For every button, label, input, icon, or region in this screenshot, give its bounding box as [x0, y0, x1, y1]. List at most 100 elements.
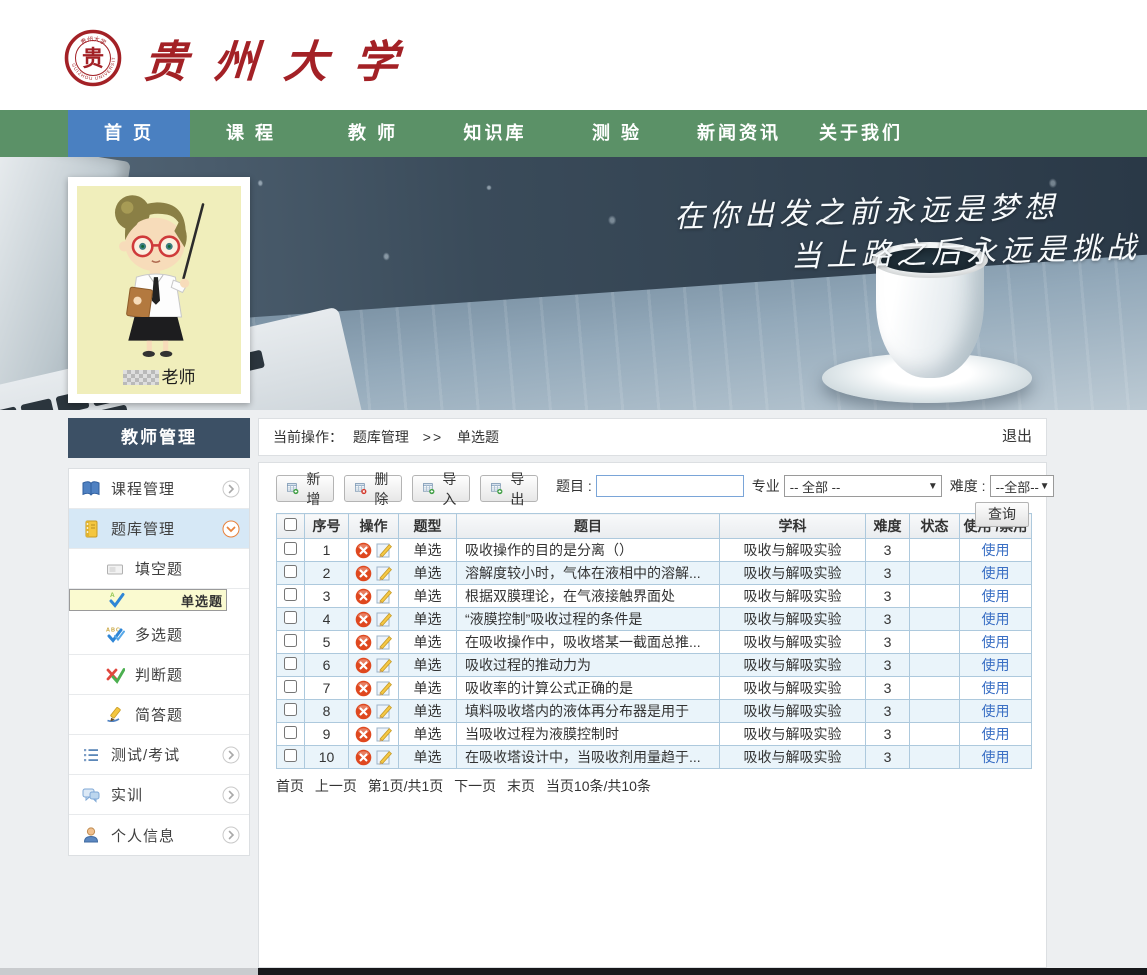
university-seal-icon: 贵 贵州大学 GUIZHOU UNIVERSITY	[64, 29, 122, 87]
use-link[interactable]: 使用	[982, 726, 1010, 742]
delete-row-icon[interactable]	[355, 657, 372, 674]
edit-row-icon[interactable]	[376, 657, 393, 674]
row-status	[910, 608, 960, 631]
question-table: 序号 操作 题型 题目 学科 难度 状态 使用 /禁用 1	[276, 513, 1032, 769]
export-button[interactable]: 导出	[480, 475, 538, 502]
use-link[interactable]: 使用	[982, 657, 1010, 673]
row-difficulty: 3	[866, 677, 910, 700]
nav-item-news[interactable]: 新闻资讯	[678, 110, 800, 157]
edit-row-icon[interactable]	[376, 542, 393, 559]
logout-link[interactable]: 退出	[1002, 419, 1032, 455]
delete-row-icon[interactable]	[355, 611, 372, 628]
sidebar-item-personal-info[interactable]: 个人信息	[69, 815, 249, 855]
use-link[interactable]: 使用	[982, 588, 1010, 604]
delete-row-icon[interactable]	[355, 588, 372, 605]
edit-row-icon[interactable]	[376, 588, 393, 605]
sidebar-item-label: 判断题	[135, 664, 183, 685]
edit-row-icon[interactable]	[376, 726, 393, 743]
sidebar-item-true-false[interactable]: 判断题	[69, 655, 249, 695]
title-search-input[interactable]	[596, 475, 744, 497]
row-checkbox[interactable]	[284, 542, 297, 555]
sidebar-item-fill-blank[interactable]: 填空题	[69, 549, 249, 589]
sidebar-item-label: 多选题	[135, 624, 183, 645]
page-last[interactable]: 末页	[507, 778, 535, 794]
delete-button[interactable]: 删除	[344, 475, 402, 502]
sidebar-item-single-choice[interactable]: A 单选题	[69, 589, 227, 611]
nav-item-tests[interactable]: 测 验	[556, 110, 678, 157]
use-link[interactable]: 使用	[982, 749, 1010, 765]
table-row: 8	[277, 700, 1032, 723]
col-header-difficulty: 难度	[866, 514, 910, 539]
sidebar-item-question-bank[interactable]: 题库管理	[69, 509, 249, 549]
row-checkbox[interactable]	[284, 634, 297, 647]
chevron-right-icon	[222, 786, 240, 804]
add-button[interactable]: 新增	[276, 475, 334, 502]
difficulty-select[interactable]: --全部-- ▼	[990, 475, 1054, 497]
edit-row-icon[interactable]	[376, 611, 393, 628]
breadcrumb-parent[interactable]: 题库管理	[353, 429, 409, 445]
delete-row-icon[interactable]	[355, 726, 372, 743]
sidebar-item-practical-training[interactable]: 实训	[69, 775, 249, 815]
row-type: 单选	[399, 654, 457, 677]
content-panel: 新增 删除 导入	[258, 462, 1047, 968]
use-link[interactable]: 使用	[982, 611, 1010, 627]
edit-row-icon[interactable]	[376, 634, 393, 651]
use-link[interactable]: 使用	[982, 634, 1010, 650]
delete-row-icon[interactable]	[355, 542, 372, 559]
cross-check-icon	[105, 665, 125, 685]
row-checkbox[interactable]	[284, 611, 297, 624]
nav-item-courses[interactable]: 课 程	[190, 110, 312, 157]
delete-row-icon[interactable]	[355, 634, 372, 651]
row-checkbox[interactable]	[284, 726, 297, 739]
table-add-icon	[287, 480, 299, 497]
row-difficulty: 3	[866, 539, 910, 562]
nav-item-about[interactable]: 关于我们	[800, 110, 922, 157]
import-button[interactable]: 导入	[412, 475, 470, 502]
sidebar-item-label: 个人信息	[111, 825, 175, 846]
row-number: 5	[305, 631, 349, 654]
row-title: 在吸收操作中，吸收塔某一截面总推...	[457, 631, 720, 654]
edit-row-icon[interactable]	[376, 703, 393, 720]
delete-row-icon[interactable]	[355, 703, 372, 720]
delete-row-icon[interactable]	[355, 565, 372, 582]
sidebar-item-tests-exams[interactable]: 测试/考试	[69, 735, 249, 775]
use-link[interactable]: 使用	[982, 542, 1010, 558]
delete-row-icon[interactable]	[355, 749, 372, 766]
sidebar-menu: 课程管理 题库管理 填空题 A	[68, 468, 250, 856]
sidebar-item-course-management[interactable]: 课程管理	[69, 469, 249, 509]
row-checkbox[interactable]	[284, 657, 297, 670]
col-header-number: 序号	[305, 514, 349, 539]
nav-item-teachers[interactable]: 教 师	[312, 110, 434, 157]
use-link[interactable]: 使用	[982, 565, 1010, 581]
sidebar-item-multi-choice[interactable]: ABC 多选题	[69, 615, 249, 655]
sidebar-item-short-answer[interactable]: 简答题	[69, 695, 249, 735]
nav-item-home[interactable]: 首 页	[68, 110, 190, 157]
row-checkbox[interactable]	[284, 680, 297, 693]
major-select[interactable]: -- 全部 -- ▼	[784, 475, 942, 497]
university-logo[interactable]: 贵 贵州大学 GUIZHOU UNIVERSITY 贵州大学	[64, 26, 424, 90]
row-subject: 吸收与解吸实验	[720, 608, 866, 631]
select-all-checkbox[interactable]	[284, 518, 297, 531]
nav-item-knowledge-base[interactable]: 知识库	[434, 110, 556, 157]
teacher-avatar: 老师	[77, 186, 241, 394]
row-type: 单选	[399, 631, 457, 654]
row-checkbox[interactable]	[284, 749, 297, 762]
query-button[interactable]: 查询	[975, 502, 1029, 527]
edit-row-icon[interactable]	[376, 680, 393, 697]
pagination: 首页 上一页 第1页/共1页 下一页 末页 当页10条/共10条	[276, 776, 1029, 796]
page-next[interactable]: 下一页	[454, 778, 496, 794]
page-first[interactable]: 首页	[276, 778, 304, 794]
row-checkbox[interactable]	[284, 703, 297, 716]
teacher-label: 老师	[162, 368, 196, 387]
edit-row-icon[interactable]	[376, 565, 393, 582]
use-link[interactable]: 使用	[982, 680, 1010, 696]
row-checkbox[interactable]	[284, 565, 297, 578]
row-checkbox[interactable]	[284, 588, 297, 601]
page-prev[interactable]: 上一页	[315, 778, 357, 794]
row-subject: 吸收与解吸实验	[720, 700, 866, 723]
edit-row-icon[interactable]	[376, 749, 393, 766]
use-link[interactable]: 使用	[982, 703, 1010, 719]
major-select-value: -- 全部 --	[790, 477, 841, 496]
delete-row-icon[interactable]	[355, 680, 372, 697]
chevron-right-icon	[222, 826, 240, 844]
